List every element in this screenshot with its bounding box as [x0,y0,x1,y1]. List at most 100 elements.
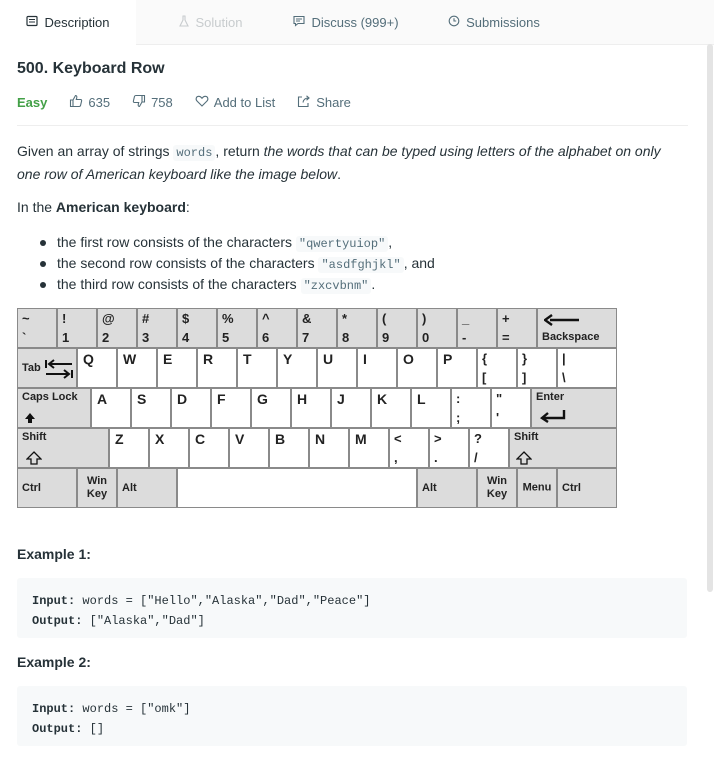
shift-arrow-icon [515,451,533,467]
key-bottom-label: . [434,450,438,465]
key-bottom-label: 5 [222,330,230,345]
desc-text: Given an array of strings [17,143,174,159]
key-8: * 8 [337,308,377,348]
desc-text: . [337,166,341,182]
key-enter: Enter [531,388,617,428]
key-p: P [437,348,477,388]
key-top-label: } [522,351,528,366]
key-a: A [91,388,131,428]
key-top-label: ) [422,311,427,326]
key-o: O [397,348,437,388]
key-punct: ? / [469,428,509,468]
key-6: ^ 6 [257,308,297,348]
key-bottom-label: 2 [102,330,110,345]
key-letter: O [403,351,414,367]
key-letter: K [377,391,388,407]
discuss-icon [293,15,306,30]
key-letter: D [177,391,188,407]
key-t: T [237,348,277,388]
thumbs-down-icon [132,94,146,111]
like-count: 635 [88,94,111,110]
key-s: S [131,388,171,428]
key-5: % 5 [217,308,257,348]
key-m: M [349,428,389,468]
key-top-label: " [496,391,503,406]
key-7: & 7 [297,308,337,348]
row-list: the first row consists of the characters… [40,232,435,295]
key-letter: L [417,391,426,407]
key-b: B [269,428,309,468]
key-u: U [317,348,357,388]
input-label: Input: [32,702,76,716]
example-output: Output: ["Alaska","Dad"] [32,611,672,631]
key-label: Ctrl [562,482,581,494]
output-value: ["Alaska","Dad"] [89,614,205,628]
key-top-label: # [142,311,150,326]
input-value: words = ["omk"] [82,702,191,716]
key-bottom-label: 7 [302,330,310,345]
key-backspace: Backspace [537,308,617,348]
key-bottom-label: , [394,450,398,465]
key-label: Ctrl [22,482,41,494]
key-top-label: < [394,431,402,446]
key-shift-left: Shift [17,428,109,468]
add-to-list-button[interactable]: Add to List [195,94,275,111]
tab-discuss[interactable]: Discuss (999+) [284,0,408,44]
example-2-block: Input: words = ["omk"] Output: [] [17,686,687,746]
flask-icon [178,14,190,30]
share-label: Share [316,94,351,110]
example-input: Input: words = ["omk"] [32,699,672,719]
key-w: W [117,348,157,388]
key-bottom-label: / [474,450,478,465]
key-letter: Y [283,351,293,367]
key-shift-right: Shift [509,428,617,468]
key-punct: " ' [491,388,531,428]
list-item: the third row consists of the characters… [40,274,435,295]
key-space [177,468,417,508]
key-alt-left: Alt [117,468,177,508]
description-paragraph: Given an array of strings words, return … [17,141,687,185]
key-tab: Tab [17,348,77,388]
desc-text: , return [215,143,264,159]
key-punct: :; [451,388,491,428]
tab-solution[interactable]: Solution [136,0,284,44]
key-label: Tab [22,362,41,374]
list-text: , and [403,255,435,271]
tab-submissions[interactable]: Submissions [408,0,580,44]
tab-description[interactable]: Description [0,0,136,45]
share-button[interactable]: Share [297,94,351,111]
key-h: H [291,388,331,428]
inline-code: "zxcvbnm" [300,278,372,294]
share-icon [297,94,311,111]
key-letter: E [163,351,173,367]
key-top-label: : [456,391,461,406]
key-k: K [371,388,411,428]
key-bracket: | \ [557,348,617,388]
key-letter: R [203,351,214,367]
key-top-label: * [342,311,348,326]
like-button[interactable]: 635 [69,94,110,111]
example-2-title: Example 2: [17,654,91,670]
key-top-label: | [562,351,566,366]
clock-icon [448,15,460,30]
key-z: Z [109,428,149,468]
key-letter: P [443,351,453,367]
key-l: L [411,388,451,428]
key-3: #3 [137,308,177,348]
key-top-label: ? [474,431,482,446]
key-bottom-label: [ [482,370,487,385]
key-letter: A [97,391,108,407]
key-bottom-label: 6 [262,330,270,345]
key-bracket: }] [517,348,557,388]
scrollbar[interactable] [706,44,714,594]
key-y: Y [277,348,317,388]
key-label: Backspace [542,331,600,343]
inline-code: words [173,145,216,161]
list-item: the first row consists of the characters… [40,232,435,253]
key-top-label: & [302,311,312,326]
scrollbar-thumb[interactable] [707,44,713,592]
caps-arrow-icon [24,411,36,427]
dislike-button[interactable]: 758 [132,94,173,111]
key-top-label: ! [62,311,67,326]
problem-title: 500. Keyboard Row [17,60,165,77]
